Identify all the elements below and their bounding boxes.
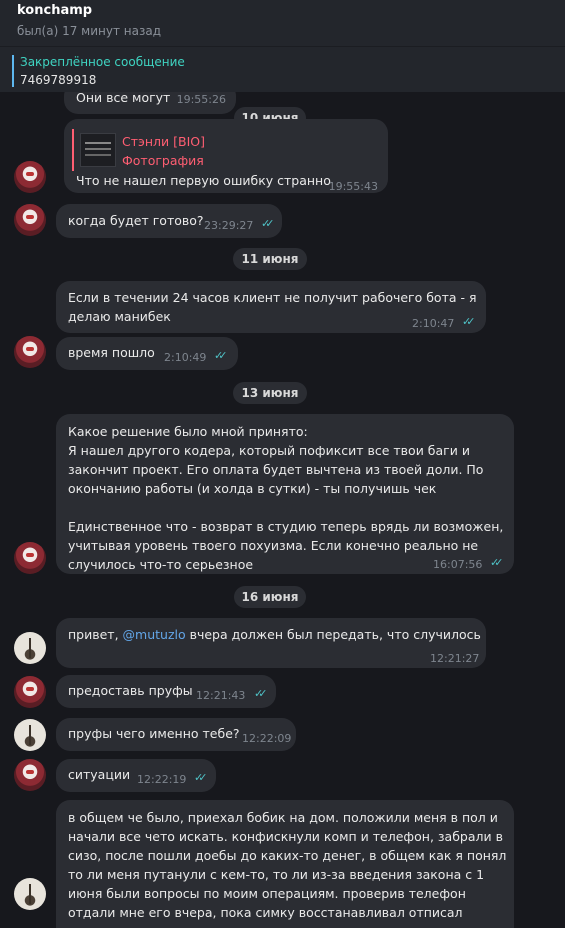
message-time: 12:21:43 bbox=[196, 689, 246, 702]
message-line: Если в течении 24 часов клиент не получи… bbox=[68, 290, 477, 305]
message-text: ситуации bbox=[68, 767, 131, 782]
message-bubble[interactable]: Они все могут 19:55:26 bbox=[64, 92, 236, 114]
message-line: Я нашел другого кодера, который пофиксит… bbox=[68, 443, 470, 458]
read-checkmarks-icon: ✓✓ bbox=[490, 556, 504, 569]
message-time: 16:07:56 bbox=[433, 558, 483, 571]
message-line: закончит проект. Его оплата будет вычтен… bbox=[68, 462, 484, 477]
avatar[interactable] bbox=[14, 676, 46, 708]
message-bubble[interactable]: Стэнли [BIO] Фотография Что не нашел пер… bbox=[64, 119, 388, 193]
message-time: 12:22:09 bbox=[242, 732, 292, 745]
message-line: окончанию работы (и холда в сутки) - ты … bbox=[68, 481, 437, 496]
pinned-indicator bbox=[12, 55, 14, 87]
chat-title[interactable]: konchamp bbox=[17, 3, 92, 18]
date-separator: 13 июня bbox=[233, 382, 307, 404]
message-line: Какое решение было мной принято: bbox=[68, 424, 308, 439]
reply-type: Фотография bbox=[122, 153, 204, 168]
message-line: июня были вопросы по моим операциям. про… bbox=[68, 886, 466, 901]
message-list[interactable]: Они все могут 19:55:26 10 июня Стэнли [B… bbox=[0, 92, 565, 928]
message-text: в общем че было, приехал бобик на дом. п… bbox=[68, 808, 506, 922]
reply-author: Стэнли [BIO] bbox=[122, 134, 205, 149]
pinned-label: Закреплённое сообщение bbox=[20, 55, 185, 69]
read-checkmarks-icon: ✓✓ bbox=[261, 217, 275, 230]
message-line: начали все чето искать. конфискнули комп… bbox=[68, 829, 503, 844]
message-time: 2:10:49 bbox=[164, 351, 207, 364]
message-time: 2:10:47 bbox=[412, 317, 455, 330]
user-mention-link[interactable]: @mutuzlo bbox=[123, 627, 186, 642]
message-bubble[interactable]: Если в течении 24 часов клиент не получи… bbox=[56, 281, 486, 333]
avatar[interactable] bbox=[14, 204, 46, 236]
message-line: то ли меня путанули с кем-то, то ли из-з… bbox=[68, 867, 485, 882]
message-time: 19:55:43 bbox=[328, 180, 378, 193]
avatar[interactable] bbox=[14, 632, 46, 664]
message-time: 19:55:26 bbox=[176, 93, 226, 106]
avatar[interactable] bbox=[14, 336, 46, 368]
message-text-part: привет, bbox=[68, 627, 123, 642]
pinned-message-bar[interactable]: Закреплённое сообщение 7469789918 bbox=[0, 46, 565, 92]
message-line: в общем че было, приехал бобик на дом. п… bbox=[68, 810, 498, 825]
message-time: 12:21:27 bbox=[430, 652, 480, 665]
date-separator: 16 июня bbox=[234, 586, 306, 608]
message-bubble[interactable]: ситуации 12:22:19 ✓✓ bbox=[56, 759, 216, 792]
avatar[interactable] bbox=[14, 161, 46, 193]
last-seen-status: был(а) 17 минут назад bbox=[17, 24, 161, 38]
pinned-text: 7469789918 bbox=[20, 73, 97, 87]
message-text: Какое решение было мной принято: Я нашел… bbox=[68, 422, 503, 574]
chat-header[interactable]: konchamp был(а) 17 минут назад bbox=[0, 0, 565, 46]
message-text: время пошло bbox=[68, 345, 155, 360]
avatar[interactable] bbox=[14, 878, 46, 910]
message-line: Единственное что - возврат в студию тепе… bbox=[68, 519, 504, 534]
read-checkmarks-icon: ✓✓ bbox=[462, 315, 476, 328]
message-text: Что не нашел первую ошибку странно bbox=[76, 173, 331, 188]
message-time: 23:29:27 bbox=[204, 219, 254, 232]
message-text: пруфы чего именно тебе? bbox=[68, 726, 240, 741]
message-line: сизо, после пошли доебы до каких-то дене… bbox=[68, 848, 507, 863]
message-text: Они все могут bbox=[76, 92, 171, 105]
read-checkmarks-icon: ✓✓ bbox=[254, 687, 268, 700]
avatar[interactable] bbox=[14, 719, 46, 751]
message-bubble[interactable]: привет, @mutuzlo вчера должен был переда… bbox=[56, 618, 486, 668]
reply-preview[interactable]: Стэнли [BIO] Фотография bbox=[72, 129, 324, 171]
read-checkmarks-icon: ✓✓ bbox=[214, 349, 228, 362]
message-time: 12:22:19 bbox=[137, 773, 187, 786]
message-line: отдали мне его вчера, пока симку восстан… bbox=[68, 905, 463, 920]
message-bubble[interactable]: пруфы чего именно тебе? 12:22:09 bbox=[56, 718, 296, 751]
avatar[interactable] bbox=[14, 542, 46, 574]
message-bubble[interactable]: Какое решение было мной принято: Я нашел… bbox=[56, 414, 514, 574]
message-bubble[interactable]: предоставь пруфы 12:21:43 ✓✓ bbox=[56, 675, 276, 708]
message-text-part: вчера должен был передать, что случилось bbox=[185, 627, 481, 642]
avatar[interactable] bbox=[14, 759, 46, 791]
read-checkmarks-icon: ✓✓ bbox=[194, 771, 208, 784]
message-line: учитывая уровень твоего похуизма. Если к… bbox=[68, 538, 479, 553]
reply-photo-thumbnail bbox=[80, 133, 116, 167]
message-bubble[interactable]: время пошло 2:10:49 ✓✓ bbox=[56, 337, 238, 370]
date-separator: 11 июня bbox=[233, 248, 307, 270]
message-text: когда будет готово? bbox=[68, 213, 204, 228]
message-bubble[interactable]: когда будет готово? 23:29:27 ✓✓ bbox=[56, 204, 282, 238]
message-bubble[interactable]: в общем че было, приехал бобик на дом. п… bbox=[56, 800, 514, 928]
message-text: привет, @mutuzlo вчера должен был переда… bbox=[68, 625, 481, 644]
message-text: предоставь пруфы bbox=[68, 683, 193, 698]
